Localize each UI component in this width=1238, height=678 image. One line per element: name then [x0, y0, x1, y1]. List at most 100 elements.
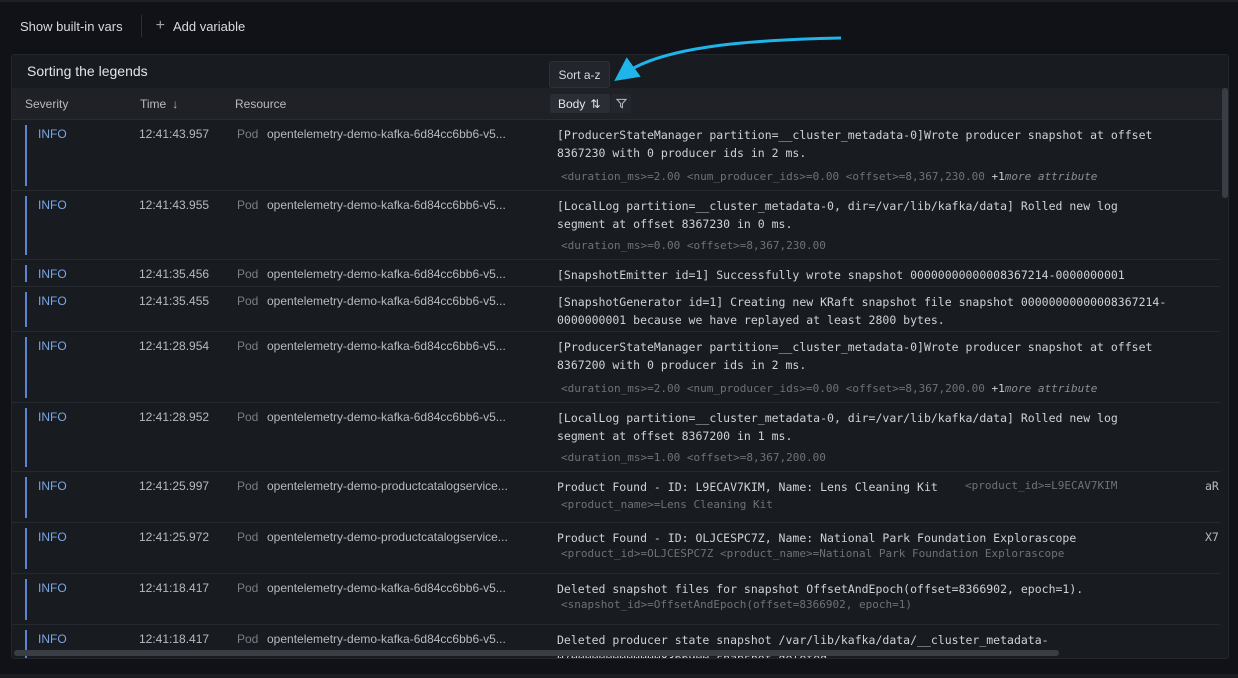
severity: INFO — [38, 294, 67, 308]
column-header-body-sort-button[interactable]: Body ⇅ — [550, 94, 610, 113]
log-row[interactable]: INFO 12:41:43.957 Pod opentelemetry-demo-ka… — [12, 120, 1220, 191]
log-body: Product Found - ID: OLJCESPC7Z, Name: Na… — [557, 531, 1077, 545]
severity-bar — [25, 337, 27, 398]
resource-key: Pod — [237, 294, 259, 308]
show-builtin-vars-label: Show built-in vars — [20, 18, 123, 34]
timestamp: 12:41:28.954 — [139, 339, 210, 353]
filter-icon — [615, 98, 627, 109]
severity: INFO — [38, 198, 67, 212]
attribute-values: <product_name>=Lens Cleaning Kit — [561, 498, 773, 511]
log-attributes: <duration_ms>=2.00 <num_producer_ids>=0.… — [561, 170, 1097, 183]
attribute-values: <snapshot_id>=OffsetAndEpoch(offset=8366… — [561, 598, 912, 611]
resource-key: Pod — [237, 410, 259, 424]
timestamp: 12:41:28.952 — [139, 410, 210, 424]
log-body: [SnapshotEmitter id=1] Successfully wrot… — [557, 268, 1125, 282]
bottom-border — [0, 674, 1238, 678]
log-attributes: <duration_ms>=2.00 <num_producer_ids>=0.… — [561, 382, 1097, 395]
more-attributes-link[interactable]: +1more attribute — [991, 382, 1097, 395]
more-label: more attribute — [1004, 170, 1098, 183]
log-body: [ProducerStateManager partition=__cluste… — [557, 340, 1153, 372]
severity: INFO — [38, 479, 67, 493]
more-count: +1 — [991, 170, 1005, 183]
panel-title: Sorting the legends — [27, 63, 148, 79]
resource-key: Pod — [237, 127, 259, 141]
column-header-time[interactable]: Time ↓ — [140, 97, 178, 111]
log-row[interactable]: INFO 12:41:35.456 Pod opentelemetry-demo-ka… — [12, 260, 1220, 287]
attribute-values: <duration_ms>=1.00 <offset>=8,367,200.00 — [561, 451, 826, 464]
severity-bar — [25, 292, 27, 327]
severity: INFO — [38, 267, 67, 281]
severity-bar — [25, 125, 27, 186]
severity-bar — [25, 579, 27, 620]
overflow-column-text: aR — [1205, 479, 1219, 493]
resource-value: opentelemetry-demo-kafka-6d84cc6bb6-v5..… — [267, 339, 506, 353]
attribute-values: <product_id>=OLJCESPC7Z <product_name>=N… — [561, 547, 1065, 560]
log-attributes: <snapshot_id>=OffsetAndEpoch(offset=8366… — [561, 598, 912, 611]
log-row[interactable]: INFO 12:41:35.455 Pod opentelemetry-demo-ka… — [12, 287, 1220, 332]
resource-key: Pod — [237, 479, 259, 493]
column-header-severity[interactable]: Severity — [25, 97, 68, 111]
logs-panel: Sorting the legends Sort a-z Severity Ti… — [11, 54, 1229, 659]
sort-tooltip: Sort a-z — [549, 61, 610, 88]
dashboard-toolbar: Show built-in vars + Add variable — [0, 2, 1238, 50]
body-filter-button[interactable] — [611, 94, 631, 113]
severity: INFO — [38, 127, 67, 141]
resource-value: opentelemetry-demo-kafka-6d84cc6bb6-v5..… — [267, 127, 506, 141]
attribute-values: <duration_ms>=2.00 <num_producer_ids>=0.… — [561, 170, 985, 183]
timestamp: 12:41:18.417 — [139, 632, 210, 646]
timestamp: 12:41:35.456 — [139, 267, 210, 281]
horizontal-scrollbar[interactable] — [14, 650, 1059, 656]
resource-value: opentelemetry-demo-productcatalogservice… — [267, 479, 508, 493]
timestamp: 12:41:25.972 — [139, 530, 210, 544]
log-row[interactable]: INFO 12:41:18.417 Pod opentelemetry-demo-ka… — [12, 574, 1220, 625]
inline-attribute: <product_id>=L9ECAV7KIM — [965, 479, 1118, 492]
severity-bar — [25, 477, 27, 518]
column-header-body-label: Body — [558, 96, 586, 111]
log-body: [ProducerStateManager partition=__cluste… — [557, 128, 1153, 160]
vertical-scrollbar[interactable] — [1222, 88, 1228, 198]
resource-key: Pod — [237, 198, 259, 212]
resource-key: Pod — [237, 339, 259, 353]
log-row[interactable]: INFO 12:41:43.955 Pod opentelemetry-demo-ka… — [12, 191, 1220, 260]
resource-value: opentelemetry-demo-kafka-6d84cc6bb6-v5..… — [267, 294, 506, 308]
severity-bar — [25, 528, 27, 569]
log-attributes: <product_id>=OLJCESPC7Z <product_name>=N… — [561, 547, 1064, 560]
sort-toggle-icon: ⇅ — [590, 96, 601, 111]
log-row[interactable]: INFO 12:41:25.997 Pod opentelemetry-demo-pr… — [12, 472, 1220, 523]
severity: INFO — [38, 530, 67, 544]
timestamp: 12:41:25.997 — [139, 479, 210, 493]
log-attributes: <product_name>=Lens Cleaning Kit — [561, 498, 773, 511]
severity: INFO — [38, 632, 67, 646]
severity-bar — [25, 408, 27, 467]
resource-value: opentelemetry-demo-kafka-6d84cc6bb6-v5..… — [267, 198, 506, 212]
timestamp: 12:41:43.955 — [139, 198, 210, 212]
resource-key: Pod — [237, 632, 259, 646]
resource-key: Pod — [237, 530, 259, 544]
attribute-values: <duration_ms>=0.00 <offset>=8,367,230.00 — [561, 239, 826, 252]
resource-value: opentelemetry-demo-productcatalogservice… — [267, 530, 508, 544]
log-rows: INFO 12:41:43.957 Pod opentelemetry-demo-ka… — [12, 120, 1220, 658]
overflow-column-text: X7 — [1205, 530, 1219, 544]
severity: INFO — [38, 410, 67, 424]
log-row[interactable]: INFO 12:41:28.952 Pod opentelemetry-demo-ka… — [12, 403, 1220, 472]
column-header-resource[interactable]: Resource — [235, 97, 286, 111]
log-body: [LocalLog partition=__cluster_metadata-0… — [557, 199, 1118, 231]
resource-value: opentelemetry-demo-kafka-6d84cc6bb6-v5..… — [267, 581, 506, 595]
more-attributes-link[interactable]: +1more attribute — [991, 170, 1097, 183]
add-variable-button[interactable]: + Add variable — [156, 18, 246, 34]
add-variable-label: Add variable — [172, 18, 246, 34]
log-row[interactable]: INFO 12:41:28.954 Pod opentelemetry-demo-ka… — [12, 332, 1220, 403]
log-attributes: <duration_ms>=1.00 <offset>=8,367,200.00 — [561, 451, 826, 464]
column-header-time-label: Time — [140, 97, 167, 111]
log-attributes: <duration_ms>=0.00 <offset>=8,367,230.00 — [561, 239, 826, 252]
resource-key: Pod — [237, 267, 259, 281]
resource-value: opentelemetry-demo-kafka-6d84cc6bb6-v5..… — [267, 632, 506, 646]
log-row[interactable]: INFO 12:41:25.972 Pod opentelemetry-demo-pr… — [12, 523, 1220, 574]
timestamp: 12:41:43.957 — [139, 127, 210, 141]
resource-value: opentelemetry-demo-kafka-6d84cc6bb6-v5..… — [267, 410, 506, 424]
show-builtin-vars-button[interactable]: Show built-in vars — [20, 19, 123, 34]
severity: INFO — [38, 339, 67, 353]
log-body: Deleted snapshot files for snapshot Offs… — [557, 582, 1084, 596]
resource-key: Pod — [237, 581, 259, 595]
resource-value: opentelemetry-demo-kafka-6d84cc6bb6-v5..… — [267, 267, 506, 281]
